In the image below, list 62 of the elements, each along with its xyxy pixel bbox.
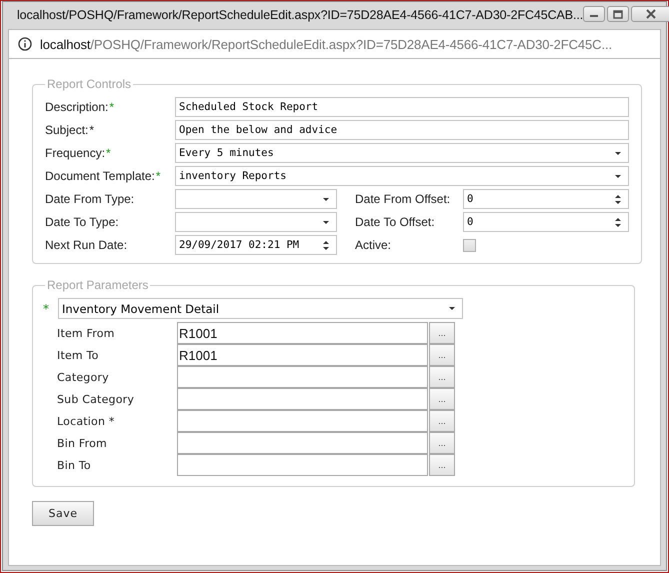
text-field[interactable]: R1001 <box>177 322 428 344</box>
dropdown-arrow-icon <box>448 306 456 311</box>
field-label: Description:* <box>45 100 116 114</box>
lookup-button[interactable]: ... <box>429 388 455 410</box>
info-icon <box>18 37 32 51</box>
dropdown-arrow-icon <box>614 150 622 156</box>
lookup-button[interactable]: ... <box>429 454 455 476</box>
close-icon <box>645 9 658 19</box>
parameter-label: Item From <box>57 326 116 340</box>
dropdown[interactable] <box>175 189 337 209</box>
parameter-label: Category <box>57 370 110 384</box>
spinner-field[interactable]: 0 <box>463 212 629 232</box>
lookup-button[interactable]: ... <box>429 410 455 432</box>
maximize-button[interactable] <box>607 6 630 22</box>
maximize-icon <box>613 10 624 18</box>
checkbox[interactable] <box>463 238 476 252</box>
lookup-button[interactable]: ... <box>429 344 455 366</box>
spinner-arrows-icon <box>614 216 622 228</box>
lookup-button[interactable]: ... <box>429 366 455 388</box>
text-field[interactable] <box>177 366 428 388</box>
spinner-field[interactable]: 29/09/2017 02:21 PM <box>175 235 337 255</box>
section-legend: Report Controls <box>45 77 134 91</box>
close-button[interactable] <box>631 6 669 22</box>
field-label: Date From Type: <box>45 192 136 206</box>
parameter-label: Location * <box>57 414 116 428</box>
text-field[interactable] <box>177 410 428 432</box>
spinner-arrows-icon <box>614 194 622 204</box>
parameter-label: Item To <box>57 348 100 362</box>
text-field[interactable]: Scheduled Stock Report <box>175 97 629 117</box>
text-field[interactable] <box>177 454 428 476</box>
window-title: localhost/POSHQ/Framework/ReportScheduleEdit.aspx?ID=75D28AE4-4566-41C7-AD30-2FC45CAB... <box>17 8 584 22</box>
parameter-label: Sub Category <box>57 392 136 406</box>
dropdown-arrow-icon <box>322 196 330 202</box>
parameter-label: Bin From <box>57 436 108 450</box>
dropdown[interactable]: inventory Reports <box>175 166 629 186</box>
text-field[interactable] <box>177 432 428 454</box>
dropdown[interactable] <box>175 212 337 232</box>
field-label: Frequency:* <box>45 146 112 160</box>
text-field[interactable] <box>177 388 428 410</box>
dropdown-arrow-icon <box>614 174 622 178</box>
lookup-button[interactable]: ... <box>429 432 455 454</box>
required-marker: * <box>43 302 50 316</box>
field-label: Active: <box>355 238 392 252</box>
minimize-button[interactable] <box>583 6 606 22</box>
field-label: Date To Type: <box>45 215 120 229</box>
text-field[interactable]: R1001 <box>177 344 428 366</box>
field-label: Date To Offset: <box>355 215 436 229</box>
section-legend: Report Parameters <box>45 278 150 292</box>
field-label: Document Template:* <box>45 169 162 183</box>
field-label: Subject:* <box>45 123 96 137</box>
parameter-label: Bin To <box>57 458 92 472</box>
text-field[interactable]: Open the below and advice <box>175 120 629 140</box>
report-dropdown[interactable]: Inventory Movement Detail <box>58 298 463 319</box>
field-label: Next Run Date: <box>45 238 128 252</box>
save-button[interactable]: Save <box>32 501 94 526</box>
lookup-button[interactable]: ... <box>429 322 455 344</box>
dropdown-arrow-icon <box>322 220 330 224</box>
field-label: Date From Offset: <box>355 192 452 206</box>
spinner-arrows-icon <box>322 240 330 250</box>
dropdown[interactable]: Every 5 minutes <box>175 143 629 163</box>
spinner-field[interactable]: 0 <box>463 189 629 209</box>
url-text: localhost/POSHQ/Framework/ReportScheduleEdit.aspx?ID=75D28AE4-4566-41C7-AD30-2FC45C... <box>40 36 612 52</box>
